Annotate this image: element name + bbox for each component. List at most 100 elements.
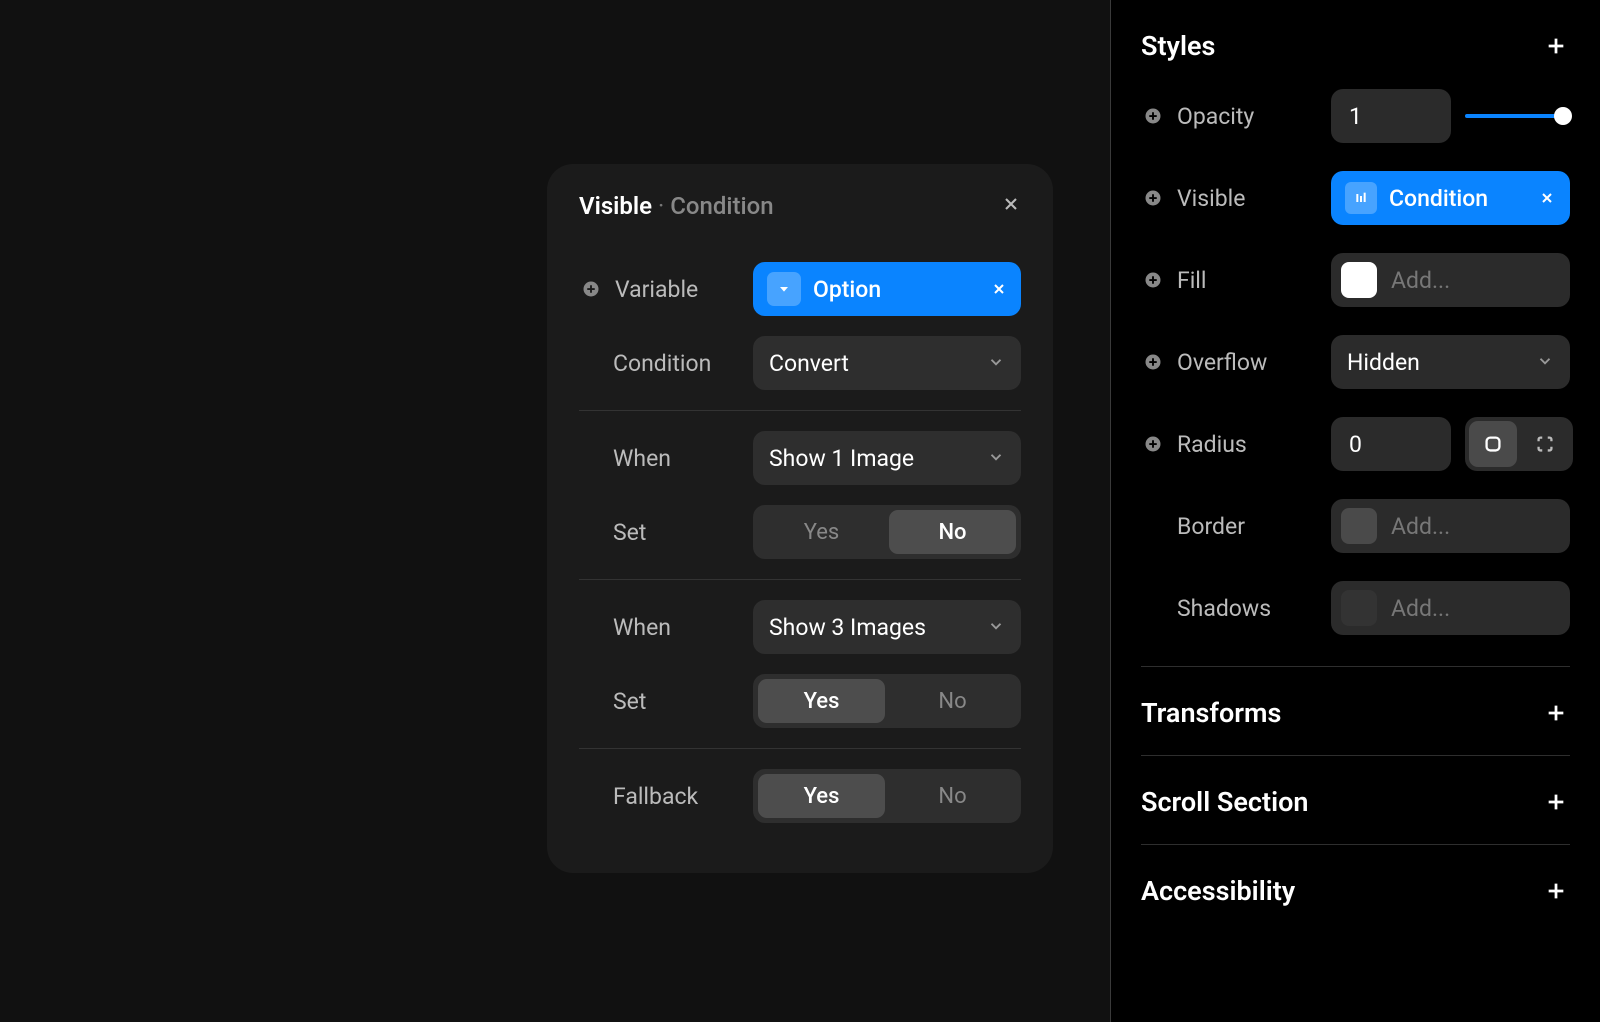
transforms-header: Transforms: [1141, 697, 1570, 729]
set-label: Set: [579, 688, 753, 715]
fill-swatch[interactable]: [1341, 262, 1377, 298]
shadows-row: Shadows Add...: [1141, 580, 1570, 636]
fallback-no[interactable]: No: [889, 774, 1016, 818]
close-icon[interactable]: [1001, 194, 1021, 218]
chevron-down-icon: [987, 350, 1005, 377]
radius-label: Radius: [1141, 431, 1331, 458]
variable-row: Variable Option: [579, 260, 1021, 318]
overflow-label: Overflow: [1141, 349, 1331, 376]
shadows-swatch[interactable]: [1341, 590, 1377, 626]
set-row-2: Set Yes No: [579, 672, 1021, 730]
divider: [1141, 666, 1570, 667]
border-swatch[interactable]: [1341, 508, 1377, 544]
add-icon[interactable]: [1141, 432, 1165, 456]
fallback-yes[interactable]: Yes: [758, 774, 885, 818]
border-input[interactable]: Add...: [1331, 499, 1570, 553]
chevron-down-icon: [987, 445, 1005, 472]
when-value-2: Show 3 Images: [769, 614, 926, 641]
shadows-label: Shadows: [1141, 595, 1331, 622]
panel-title-main: Visible: [579, 192, 652, 220]
panel-title-sub: Condition: [670, 192, 773, 220]
chevron-down-icon: [1536, 349, 1554, 376]
condition-row: Condition Convert: [579, 334, 1021, 392]
divider: [579, 748, 1021, 749]
visible-condition-panel: Visible · Condition Variable Option: [547, 164, 1053, 873]
opacity-label: Opacity: [1141, 103, 1331, 130]
transforms-title: Transforms: [1141, 697, 1281, 729]
fallback-row: Fallback Yes No: [579, 767, 1021, 825]
slider-thumb[interactable]: [1554, 107, 1572, 125]
fill-label: Fill: [1141, 267, 1331, 294]
radius-row: Radius 0: [1141, 416, 1570, 472]
radius-uniform-button[interactable]: [1469, 421, 1517, 467]
visible-condition-chip[interactable]: Condition: [1331, 171, 1570, 225]
fill-input[interactable]: Add...: [1331, 253, 1570, 307]
set-toggle-2: Yes No: [753, 674, 1021, 728]
variable-chip-label: Option: [813, 276, 881, 303]
add-accessibility-button[interactable]: [1542, 877, 1570, 905]
fill-placeholder: Add...: [1391, 267, 1450, 294]
add-icon[interactable]: [1141, 186, 1165, 210]
clear-variable-icon[interactable]: [991, 276, 1007, 303]
clear-visible-icon[interactable]: [1538, 189, 1556, 207]
set-yes-2[interactable]: Yes: [758, 679, 885, 723]
add-icon[interactable]: [1141, 350, 1165, 374]
when-row-1: When Show 1 Image: [579, 429, 1021, 487]
visible-chip-label: Condition: [1389, 185, 1488, 212]
condition-value: Convert: [769, 350, 849, 377]
when-value-1: Show 1 Image: [769, 445, 914, 472]
when-row-2: When Show 3 Images: [579, 598, 1021, 656]
set-toggle-1: Yes No: [753, 505, 1021, 559]
add-transform-button[interactable]: [1542, 699, 1570, 727]
condition-icon: [1345, 182, 1377, 214]
add-icon[interactable]: [1141, 268, 1165, 292]
variable-chip[interactable]: Option: [753, 262, 1021, 316]
title-separator: ·: [658, 192, 670, 220]
condition-select[interactable]: Convert: [753, 336, 1021, 390]
dropdown-icon: [767, 272, 801, 306]
opacity-row: Opacity 1: [1141, 88, 1570, 144]
panel-title: Visible · Condition: [579, 192, 774, 220]
condition-label: Condition: [579, 350, 753, 377]
opacity-input[interactable]: 1: [1331, 89, 1451, 143]
divider: [1141, 844, 1570, 845]
add-scroll-section-button[interactable]: [1542, 788, 1570, 816]
set-label: Set: [579, 519, 753, 546]
add-style-button[interactable]: [1542, 32, 1570, 60]
fill-row: Fill Add...: [1141, 252, 1570, 308]
overflow-select[interactable]: Hidden: [1331, 335, 1570, 389]
when-label: When: [579, 614, 753, 641]
opacity-slider[interactable]: [1465, 114, 1570, 118]
divider: [579, 410, 1021, 411]
scroll-section-title-wrap: Scroll Section: [1141, 786, 1322, 818]
accessibility-title: Accessibility: [1141, 875, 1295, 907]
radius-per-corner-button[interactable]: [1521, 421, 1569, 467]
scroll-section-title: Scroll Section: [1141, 786, 1308, 818]
set-row-1: Set Yes No: [579, 503, 1021, 561]
add-icon[interactable]: [579, 277, 603, 301]
set-no-2[interactable]: No: [889, 679, 1016, 723]
fallback-toggle: Yes No: [753, 769, 1021, 823]
accessibility-header: Accessibility: [1141, 875, 1570, 907]
divider: [1141, 755, 1570, 756]
radius-input[interactable]: 0: [1331, 417, 1451, 471]
scroll-section-header: Scroll Section: [1141, 786, 1570, 818]
panel-header: Visible · Condition: [579, 192, 1021, 242]
when-label: When: [579, 445, 753, 472]
overflow-value: Hidden: [1347, 349, 1420, 376]
variable-label: Variable: [579, 276, 753, 303]
styles-header: Styles: [1141, 30, 1570, 62]
accessibility-title-wrap: Accessibility: [1141, 875, 1309, 907]
set-yes-1[interactable]: Yes: [758, 510, 885, 554]
shadows-input[interactable]: Add...: [1331, 581, 1570, 635]
add-icon[interactable]: [1141, 104, 1165, 128]
radius-mode-toggle: [1465, 417, 1573, 471]
divider: [579, 579, 1021, 580]
visible-label: Visible: [1141, 185, 1331, 212]
set-no-1[interactable]: No: [889, 510, 1016, 554]
fallback-label: Fallback: [579, 783, 753, 810]
when-select-2[interactable]: Show 3 Images: [753, 600, 1021, 654]
styles-sidebar: Styles Opacity 1 Visible: [1110, 0, 1600, 1022]
when-select-1[interactable]: Show 1 Image: [753, 431, 1021, 485]
border-row: Border Add...: [1141, 498, 1570, 554]
